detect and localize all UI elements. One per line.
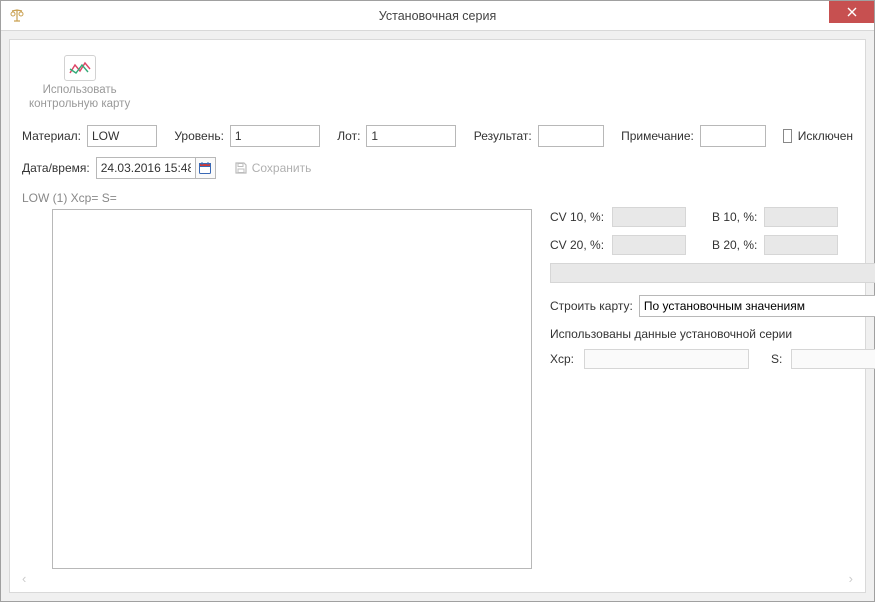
build-chart-select[interactable]: По установочным значениям	[639, 295, 875, 317]
datetime-label: Дата/время:	[22, 161, 90, 175]
app-icon	[9, 8, 25, 24]
use-control-chart-label-1: Использовать	[29, 83, 130, 97]
status-bar	[550, 263, 875, 283]
lot-label: Лот:	[337, 129, 360, 143]
excluded-label: Исключен	[798, 129, 853, 143]
pager-prev[interactable]: ‹	[22, 571, 26, 586]
floppy-icon	[234, 161, 248, 175]
close-icon	[847, 7, 857, 17]
material-label: Материал:	[22, 129, 81, 143]
lower-area: LOW (1) Xcp= S= CV 10, %: B 10, %: CV 20…	[22, 191, 853, 569]
s-label: S:	[771, 352, 785, 366]
b10-value	[764, 207, 838, 227]
b20-value	[764, 235, 838, 255]
fields-row-2: Дата/время: Сохрани	[22, 157, 853, 179]
chart-canvas	[52, 209, 532, 569]
save-button[interactable]: Сохранить	[234, 161, 312, 175]
window: Установочная серия Использовать контроль…	[0, 0, 875, 602]
s-value	[791, 349, 875, 369]
used-data-label: Использованы данные установочной серии	[550, 327, 875, 341]
window-title: Установочная серия	[379, 9, 496, 23]
use-control-chart-button[interactable]: Использовать контрольную карту	[22, 50, 137, 115]
titlebar: Установочная серия	[1, 1, 874, 31]
cv20-label: CV 20, %:	[550, 238, 606, 252]
excluded-checkbox[interactable]	[783, 129, 791, 143]
build-chart-row: Строить карту: По установочным значениям…	[550, 295, 875, 317]
use-control-chart-label-2: контрольную карту	[29, 97, 130, 111]
datetime-button[interactable]	[196, 157, 216, 179]
chart-header: LOW (1) Xcp= S=	[22, 191, 532, 205]
material-input[interactable]	[87, 125, 157, 147]
close-button[interactable]	[829, 1, 874, 23]
b10-label: B 10, %:	[712, 210, 758, 224]
cv10-label: CV 10, %:	[550, 210, 606, 224]
datetime-picker	[96, 157, 216, 179]
cv20-value	[612, 235, 686, 255]
note-label: Примечание:	[621, 129, 694, 143]
level-label: Уровень:	[174, 129, 224, 143]
cv10-row: CV 10, %: B 10, %:	[550, 207, 875, 227]
fields-row-1: Материал: Уровень: Лот: Результат: Приме…	[22, 125, 853, 147]
note-input[interactable]	[700, 125, 766, 147]
lot-input[interactable]	[366, 125, 456, 147]
pager-next[interactable]: ›	[849, 571, 853, 586]
cv20-row: CV 20, %: B 20, %:	[550, 235, 875, 255]
stats-column: CV 10, %: B 10, %: CV 20, %: B 20, %: Ст…	[550, 191, 875, 569]
xcp-value	[584, 349, 749, 369]
calendar-icon	[198, 161, 212, 175]
result-input[interactable]	[538, 125, 604, 147]
xcp-label: Xcp:	[550, 352, 578, 366]
content-panel: Использовать контрольную карту Материал:…	[9, 39, 866, 593]
save-label: Сохранить	[252, 161, 312, 175]
cv10-value	[612, 207, 686, 227]
result-label: Результат:	[474, 129, 532, 143]
datetime-input[interactable]	[96, 157, 196, 179]
chart-column: LOW (1) Xcp= S=	[22, 191, 532, 569]
xcp-s-row: Xcp: S:	[550, 349, 875, 369]
b20-label: B 20, %:	[712, 238, 758, 252]
build-chart-label: Строить карту:	[550, 299, 633, 313]
pager: ‹ ›	[22, 571, 853, 586]
chart-icon	[64, 55, 96, 81]
level-input[interactable]	[230, 125, 320, 147]
